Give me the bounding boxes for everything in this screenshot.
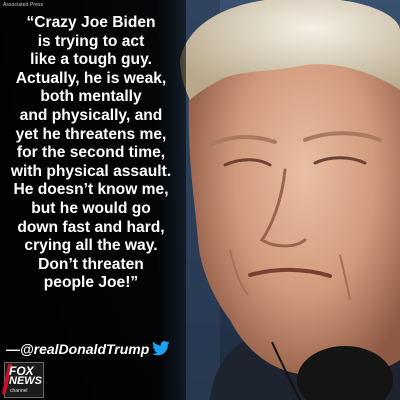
photo-credit: Associated Press bbox=[3, 2, 44, 8]
quote-line: like a tough guy. bbox=[30, 51, 152, 69]
quote-line: down fast and hard, bbox=[17, 218, 165, 236]
quote-line: is trying to act bbox=[37, 32, 145, 50]
attribution-handle: —@realDonaldTrump bbox=[6, 341, 150, 357]
quote-text: “Crazy Joe Biden is trying to act like a… bbox=[2, 14, 180, 293]
twitter-bird-icon bbox=[152, 341, 171, 359]
quote-line: Actually, he is weak, bbox=[15, 69, 167, 87]
quote-line: yet he threatens me, bbox=[15, 125, 167, 143]
quote-line: “Crazy Joe Biden bbox=[26, 14, 156, 31]
quote-line: but he would go bbox=[31, 199, 151, 217]
quote-line: crying all the way. bbox=[24, 237, 158, 255]
attribution: —@realDonaldTrump bbox=[6, 341, 171, 359]
logo-news-text: NEWS bbox=[9, 375, 42, 387]
logo-channel-text: channel bbox=[10, 388, 28, 394]
quote-line: and physically, and bbox=[19, 106, 163, 124]
quote-line: both mentally bbox=[40, 88, 142, 106]
quote-line: with physical assault. bbox=[10, 162, 172, 180]
fox-news-logo: FOX NEWS channel bbox=[1, 362, 44, 398]
quote-line: He doesn’t know me, bbox=[13, 181, 169, 199]
quote-line: for the second time, bbox=[16, 144, 166, 162]
quote-line: Don’t threaten bbox=[38, 255, 144, 273]
quote-line: people Joe!” bbox=[43, 274, 139, 292]
